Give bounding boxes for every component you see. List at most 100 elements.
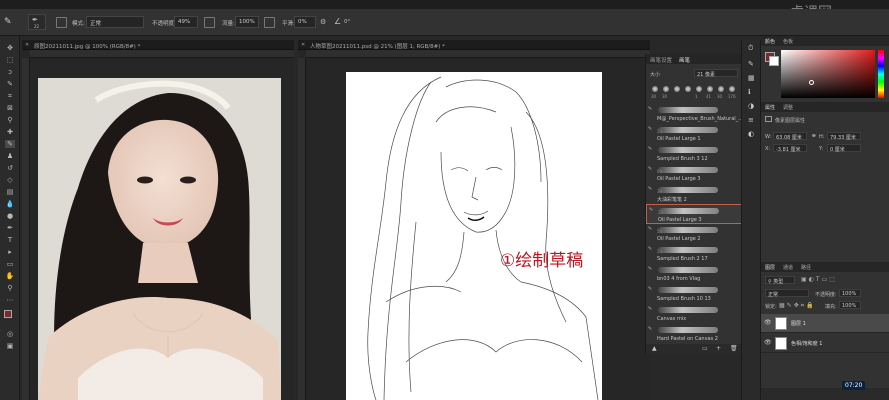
x-input[interactable]: -3.81 厘米 — [773, 144, 807, 153]
info-panel-icon[interactable]: ℹ — [748, 88, 751, 96]
brush-list-item[interactable]: ✎ 23 Oil Pastel Large 1 — [646, 124, 742, 144]
foreground-color-swatch[interactable] — [4, 310, 12, 318]
healing-brush-tool-icon[interactable]: ✚ — [5, 128, 15, 136]
smooth-options-gear-icon[interactable]: ⚙ — [320, 18, 326, 26]
layers-panel-icon[interactable]: ≡ — [748, 116, 754, 124]
history-brush-tool-icon[interactable]: ↺ — [5, 164, 15, 172]
color-field[interactable] — [781, 50, 875, 98]
dodge-tool-icon[interactable]: ● — [5, 212, 15, 220]
width-input[interactable]: 63.08 厘米 — [773, 132, 807, 141]
layer-name[interactable]: 色相/饱和度 1 — [791, 340, 822, 347]
layer-row[interactable]: 👁 色相/饱和度 1 — [761, 334, 889, 353]
brush-list-item[interactable]: ✎ 60 Oil Pastel Large 3 — [646, 164, 742, 184]
brush-size-input[interactable]: 21 像素 — [694, 69, 738, 78]
brush-settings-icon[interactable]: ▲ — [652, 345, 657, 352]
document-tab[interactable]: ✕ 人物草图20211011.psd @ 21% (图层 1, RGB/8#) … — [298, 40, 650, 50]
zoom-tool-icon[interactable]: ⚲ — [5, 284, 15, 292]
opacity-input[interactable]: 49% — [174, 16, 198, 28]
hue-slider[interactable] — [878, 50, 884, 98]
brush-preset-thumb[interactable]: 30 — [716, 84, 726, 102]
visibility-eye-icon[interactable]: 👁 — [764, 339, 772, 346]
move-tool-icon[interactable]: ✥ — [5, 44, 15, 52]
delete-brush-icon[interactable]: 🗑 — [730, 345, 738, 352]
lock-icons[interactable]: ▦✎✥⌗🔒 — [779, 302, 816, 310]
frame-tool-icon[interactable]: ⊠ — [5, 104, 15, 112]
airbrush-icon[interactable] — [264, 17, 275, 28]
fill-input[interactable]: 100% — [839, 301, 861, 309]
layer-filter-icons[interactable]: ▣◐T▭⬚ — [801, 276, 837, 283]
hand-tool-icon[interactable]: ✋ — [5, 272, 15, 280]
tab-brushes[interactable]: 画笔 — [679, 56, 690, 64]
background-color-swatch[interactable] — [769, 56, 779, 66]
layer-opacity-input[interactable]: 100% — [839, 289, 861, 297]
crop-tool-icon[interactable]: ⌗ — [5, 92, 15, 100]
flow-input[interactable]: 100% — [235, 16, 259, 28]
link-dimensions-icon[interactable]: ⚭ — [811, 132, 817, 140]
brush-list-item[interactable]: ✎ 50 Oil Pastel Large 2 — [646, 224, 742, 244]
smooth-input[interactable]: 0% — [294, 16, 316, 28]
pressure-opacity-icon[interactable] — [204, 17, 215, 28]
brush-preset-thumb[interactable]: 1 — [694, 84, 704, 102]
type-tool-icon[interactable]: T — [5, 236, 15, 244]
brush-list-item[interactable]: ✎ Hard Pastel on Canvas 2 — [646, 324, 742, 342]
shape-tool-icon[interactable]: ▭ — [5, 260, 15, 268]
screen-mode-icon[interactable]: ▣ — [5, 342, 15, 350]
tab-paths[interactable]: 路径 — [801, 264, 811, 271]
marquee-tool-icon[interactable]: ⬚ — [5, 56, 15, 64]
eraser-tool-icon[interactable]: ◇ — [5, 176, 15, 184]
sketch-canvas[interactable] — [346, 72, 602, 400]
layer-kind-filter[interactable]: ⚲ 类型 — [765, 276, 795, 285]
blend-mode-select[interactable]: 正常 — [765, 289, 809, 298]
tab-channels[interactable]: 通道 — [783, 264, 793, 271]
brush-list-item[interactable]: ✎ 39 大油彩笔笔 2 — [646, 184, 742, 204]
tab-color[interactable]: 颜色 — [765, 38, 775, 45]
brush-list-item[interactable]: ✎ Canvas mix — [646, 304, 742, 324]
pen-tool-icon[interactable]: ✒ — [5, 224, 15, 232]
brush-panel-icon[interactable]: ✎ — [748, 60, 754, 68]
channels-panel-icon[interactable]: ◐ — [748, 130, 754, 138]
layer-row[interactable]: 👁 图层 1 — [761, 314, 889, 333]
brush-preset-thumb[interactable]: 30 — [650, 84, 660, 102]
brush-preset-thumb[interactable] — [672, 84, 682, 102]
layer-name[interactable]: 图层 1 — [791, 320, 806, 327]
tab-layers[interactable]: 图层 — [765, 264, 775, 271]
brush-preset-thumb[interactable]: 30 — [661, 84, 671, 102]
new-group-folder-icon[interactable]: ▭ — [702, 345, 708, 352]
brush-preset-thumb[interactable]: 176 — [727, 84, 737, 102]
mode-select[interactable]: 正常 — [86, 16, 144, 28]
document-tab[interactable]: ✕ 原图20211011.jpg @ 100% (RGB/8#) * — [22, 40, 294, 50]
brush-list-item[interactable]: ✎ bn03 4 from Vlag — [646, 264, 742, 284]
gradient-tool-icon[interactable]: ▤ — [5, 188, 15, 196]
brush-list-item[interactable]: ✎ M@_Perspective_Brush_Natural_... — [646, 104, 742, 124]
blur-tool-icon[interactable]: 💧 — [5, 200, 15, 208]
more-tools-icon[interactable]: ⋯ — [5, 296, 15, 304]
lasso-tool-icon[interactable]: ↄ — [5, 68, 15, 76]
history-panel-icon[interactable]: ⏱ — [748, 44, 753, 53]
quick-mask-icon[interactable]: ◎ — [5, 330, 15, 338]
close-tab-icon[interactable]: ✕ — [25, 42, 29, 48]
tab-brush-settings[interactable]: 画笔设置 — [650, 56, 672, 64]
adjustments-panel-icon[interactable]: ◑ — [748, 102, 754, 110]
close-tab-icon[interactable]: ✕ — [301, 42, 305, 48]
angle-value[interactable]: 0° — [344, 19, 350, 25]
brush-tool-icon[interactable]: ✎ — [5, 140, 15, 148]
swatches-panel-icon[interactable]: ▦ — [748, 74, 755, 82]
tab-properties[interactable]: 属性 — [765, 104, 775, 111]
brush-preset-thumb[interactable]: 41 — [705, 84, 715, 102]
new-brush-icon[interactable]: + — [716, 345, 721, 352]
brush-list-item[interactable]: ✎ 23 Oil Pastel Large 3 — [646, 204, 742, 224]
tab-adjustments[interactable]: 调整 — [783, 104, 793, 111]
brush-preset-thumb[interactable] — [683, 84, 693, 102]
brush-list-item[interactable]: ✎ 23 Sampled Brush 2 17 — [646, 244, 742, 264]
brush-list-item[interactable]: ✎ Sampled Brush 3 12 — [646, 144, 742, 164]
color-picker-cursor[interactable] — [809, 80, 814, 85]
brush-settings-toggle-icon[interactable] — [56, 17, 67, 28]
eyedropper-tool-icon[interactable]: ⚲ — [5, 116, 15, 124]
brush-tool-icon[interactable]: ✎ — [4, 17, 12, 27]
visibility-eye-icon[interactable]: 👁 — [764, 319, 772, 326]
y-input[interactable]: 0 厘米 — [827, 144, 861, 153]
brush-list-item[interactable]: ✎ Sampled Brush 10 13 — [646, 284, 742, 304]
quick-select-tool-icon[interactable]: ✎ — [5, 80, 15, 88]
brush-preset-picker[interactable]: ✒ 22 — [28, 14, 46, 30]
path-select-tool-icon[interactable]: ▸ — [5, 248, 15, 256]
